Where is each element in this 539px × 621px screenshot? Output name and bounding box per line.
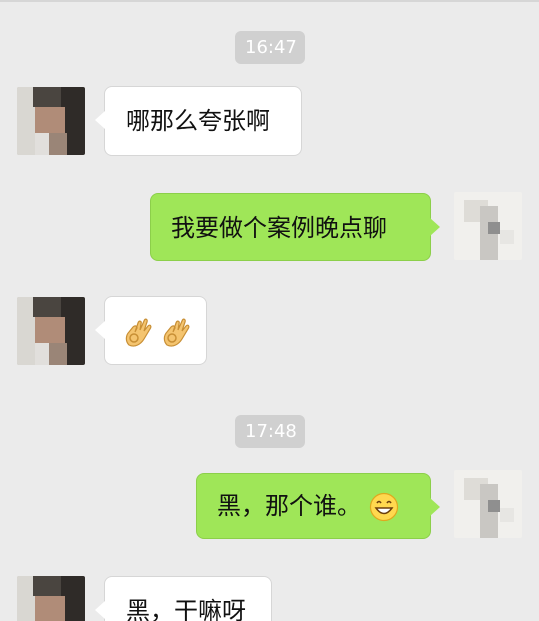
message-bubble-outgoing[interactable]: 我要做个案例晚点聊 (150, 193, 440, 261)
message-bubble-outgoing[interactable]: 黑，那个谁。 (196, 473, 440, 539)
message-text: 哪那么夸张啊 (126, 107, 270, 135)
my-avatar[interactable] (454, 192, 522, 260)
ok-hand-icon (163, 318, 190, 347)
chat-window: 16:47 哪那么夸张啊 我要做个案例晚点聊 17:48 黑，那个谁。 黑，干嘛… (0, 0, 539, 621)
contact-avatar[interactable] (17, 576, 85, 621)
timestamp: 16:47 (235, 31, 305, 64)
message-text: 我要做个案例晚点聊 (171, 214, 387, 242)
message-text: 黑，干嘛呀 (126, 597, 246, 621)
contact-avatar[interactable] (17, 87, 85, 155)
my-avatar[interactable] (454, 470, 522, 538)
top-divider (0, 0, 539, 2)
message-bubble-incoming[interactable]: 黑，干嘛呀 (95, 576, 272, 621)
message-bubble-incoming[interactable] (95, 296, 207, 365)
contact-avatar[interactable] (17, 297, 85, 365)
grinning-face-icon (369, 492, 398, 522)
ok-hand-icon (125, 318, 152, 347)
message-bubble-incoming[interactable]: 哪那么夸张啊 (95, 86, 302, 156)
timestamp: 17:48 (235, 415, 305, 448)
message-text: 黑，那个谁。 (217, 492, 361, 520)
